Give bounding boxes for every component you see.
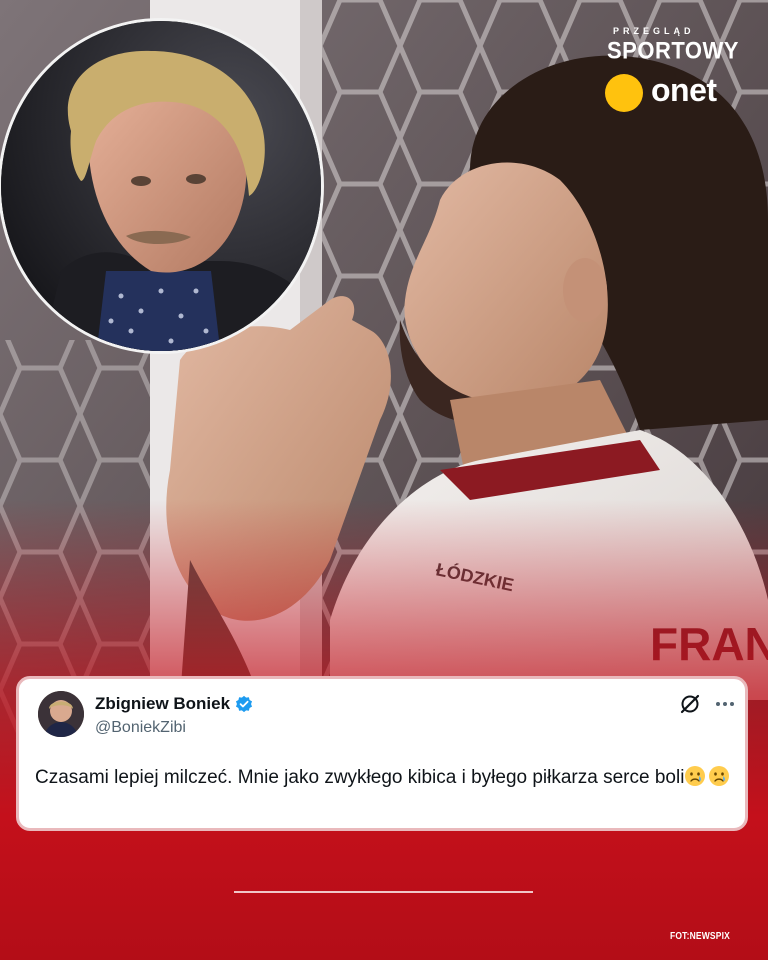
author-handle[interactable]: @BoniekZibi — [95, 719, 186, 737]
grok-icon[interactable] — [679, 693, 701, 715]
post-text-block: Czasami lepiej milczeć. Mnie jako zwykłe… — [35, 764, 735, 792]
brand-top-word: PRZEGLĄD — [613, 26, 695, 36]
post-graphic: FRAN ŁÓDZKIE PRZEGLĄD SPORTOWY onet — [0, 0, 768, 960]
brand-sub-word: onet — [651, 72, 717, 108]
more-options-icon[interactable] — [714, 693, 736, 715]
crying-face-emoji-icon — [709, 766, 730, 786]
avatar[interactable] — [38, 691, 84, 737]
portrait-inset — [0, 18, 324, 354]
brand-logo: PRZEGLĄD SPORTOWY onet — [603, 26, 743, 116]
embedded-post-card[interactable]: Zbigniew Boniek @BoniekZibi Czasami lepi… — [16, 676, 748, 831]
portrait-image — [1, 21, 321, 351]
photo-credit: FOT:NEWSPIX — [670, 931, 730, 942]
divider-line — [234, 891, 533, 893]
post-text: Czasami lepiej milczeć. Mnie jako zwykłe… — [35, 767, 685, 788]
author-row: Zbigniew Boniek — [95, 694, 253, 714]
author-name[interactable]: Zbigniew Boniek — [95, 694, 230, 714]
brand-main-word: SPORTOWY — [607, 36, 739, 64]
onet-dot-icon — [605, 74, 643, 112]
verified-badge-icon — [236, 695, 253, 713]
crying-face-emoji-icon — [685, 766, 706, 786]
